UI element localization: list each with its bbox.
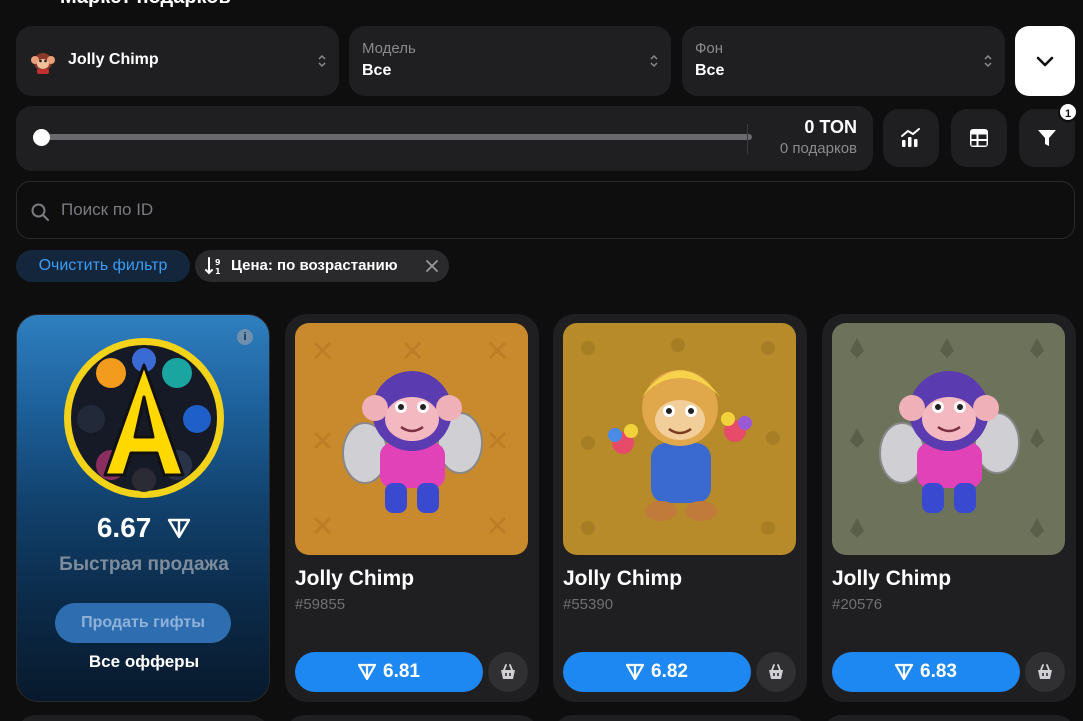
collection-value: Jolly Chimp: [68, 51, 159, 68]
buy-button[interactable]: 6.82: [563, 652, 751, 692]
monkey-avatar-icon: [31, 53, 55, 74]
buy-price: 6.81: [383, 661, 420, 682]
price-amount: 0 TON: [804, 117, 857, 137]
collection-select[interactable]: Jolly Chimp: [16, 26, 339, 96]
basket-icon: [501, 664, 515, 679]
price-slider-track[interactable]: [40, 134, 752, 140]
layout-button[interactable]: [951, 109, 1007, 167]
model-value: Все: [362, 62, 392, 79]
gift-name: Jolly Chimp: [563, 567, 683, 590]
all-offers-link[interactable]: Все офферы: [17, 652, 269, 672]
gift-card[interactable]: Jolly Chimp #20576 6.83: [822, 314, 1076, 702]
page-title: Маркет подарков: [60, 0, 231, 9]
updown-chevron-icon: [984, 54, 992, 68]
divider: [747, 124, 748, 154]
close-icon[interactable]: [425, 259, 439, 273]
chimp-flowers-icon: [581, 338, 780, 535]
ton-icon: [358, 663, 376, 681]
sell-gifts-button[interactable]: Продать гифты: [55, 603, 231, 643]
chart-button[interactable]: [883, 109, 939, 167]
next-row-card-edge: [553, 715, 807, 721]
background-value: Все: [695, 62, 725, 79]
filter-count-badge: 1: [1058, 102, 1078, 122]
promo-subtitle: Быстрая продажа: [59, 554, 229, 575]
price-slider-thumb[interactable]: [33, 129, 50, 146]
gift-card[interactable]: Jolly Chimp #59855 6.81: [285, 314, 539, 702]
model-select[interactable]: Модель Все: [349, 26, 671, 96]
crypto-a-logo-icon: [64, 338, 224, 498]
add-to-cart-button[interactable]: [1025, 652, 1065, 692]
sort-ascending-icon: 9 1: [205, 257, 221, 276]
chimp-cymbals-icon: [850, 338, 1044, 538]
svg-text:1: 1: [215, 267, 221, 276]
basket-icon: [769, 664, 783, 679]
quick-sell-card: i 6.67 Быстрая продажа Продать гифты Все…: [16, 314, 270, 702]
ton-icon: [626, 663, 644, 681]
gift-number: #59855: [295, 596, 346, 613]
svg-text:9: 9: [215, 258, 221, 267]
gift-number: #55390: [563, 596, 614, 613]
gift-number: #20576: [832, 596, 883, 613]
header-clipped: Маркет подарков: [0, 0, 1083, 8]
price-range-panel: 0 TON 0 подарков: [16, 106, 873, 171]
background-label: Фон: [695, 40, 724, 57]
search-icon: [31, 203, 49, 221]
gift-count: 0 подарков: [779, 140, 857, 157]
sort-chip-label: Цена: по возрастанию: [231, 257, 398, 274]
chart-icon: [901, 128, 920, 147]
expand-filters-button[interactable]: [1015, 26, 1075, 96]
add-to-cart-button[interactable]: [488, 652, 528, 692]
gift-name: Jolly Chimp: [832, 567, 952, 590]
info-icon[interactable]: i: [237, 329, 253, 345]
search-box: [16, 181, 1075, 239]
gift-image: [832, 323, 1065, 555]
chimp-cymbals-icon: [313, 341, 507, 535]
promo-price: 6.67: [17, 512, 269, 544]
add-to-cart-button[interactable]: [756, 652, 796, 692]
buy-price: 6.82: [651, 661, 688, 682]
funnel-icon: [1038, 130, 1056, 146]
basket-icon: [1038, 664, 1052, 679]
updown-chevron-icon: [318, 54, 326, 68]
gift-image: [563, 323, 796, 555]
buy-button[interactable]: 6.83: [832, 652, 1020, 692]
ton-icon: [895, 663, 913, 681]
ton-icon: [167, 518, 191, 539]
search-input[interactable]: [61, 196, 961, 224]
next-row-card-edge: [822, 715, 1076, 721]
gift-image: [295, 323, 528, 555]
next-row-card-edge: [16, 715, 270, 721]
next-row-card-edge: [285, 715, 539, 721]
model-label: Модель: [362, 40, 416, 57]
gift-card[interactable]: Jolly Chimp #55390 6.82: [553, 314, 807, 702]
buy-button[interactable]: 6.81: [295, 652, 483, 692]
gift-name: Jolly Chimp: [295, 567, 415, 590]
table-layout-icon: [970, 129, 988, 147]
clear-filter-button[interactable]: Очистить фильтр: [16, 250, 190, 282]
background-select[interactable]: Фон Все: [682, 26, 1005, 96]
buy-price: 6.83: [920, 661, 957, 682]
chevron-down-icon: [1036, 56, 1054, 67]
updown-chevron-icon: [650, 54, 658, 68]
sort-chip[interactable]: 9 1 Цена: по возрастанию: [195, 250, 449, 282]
